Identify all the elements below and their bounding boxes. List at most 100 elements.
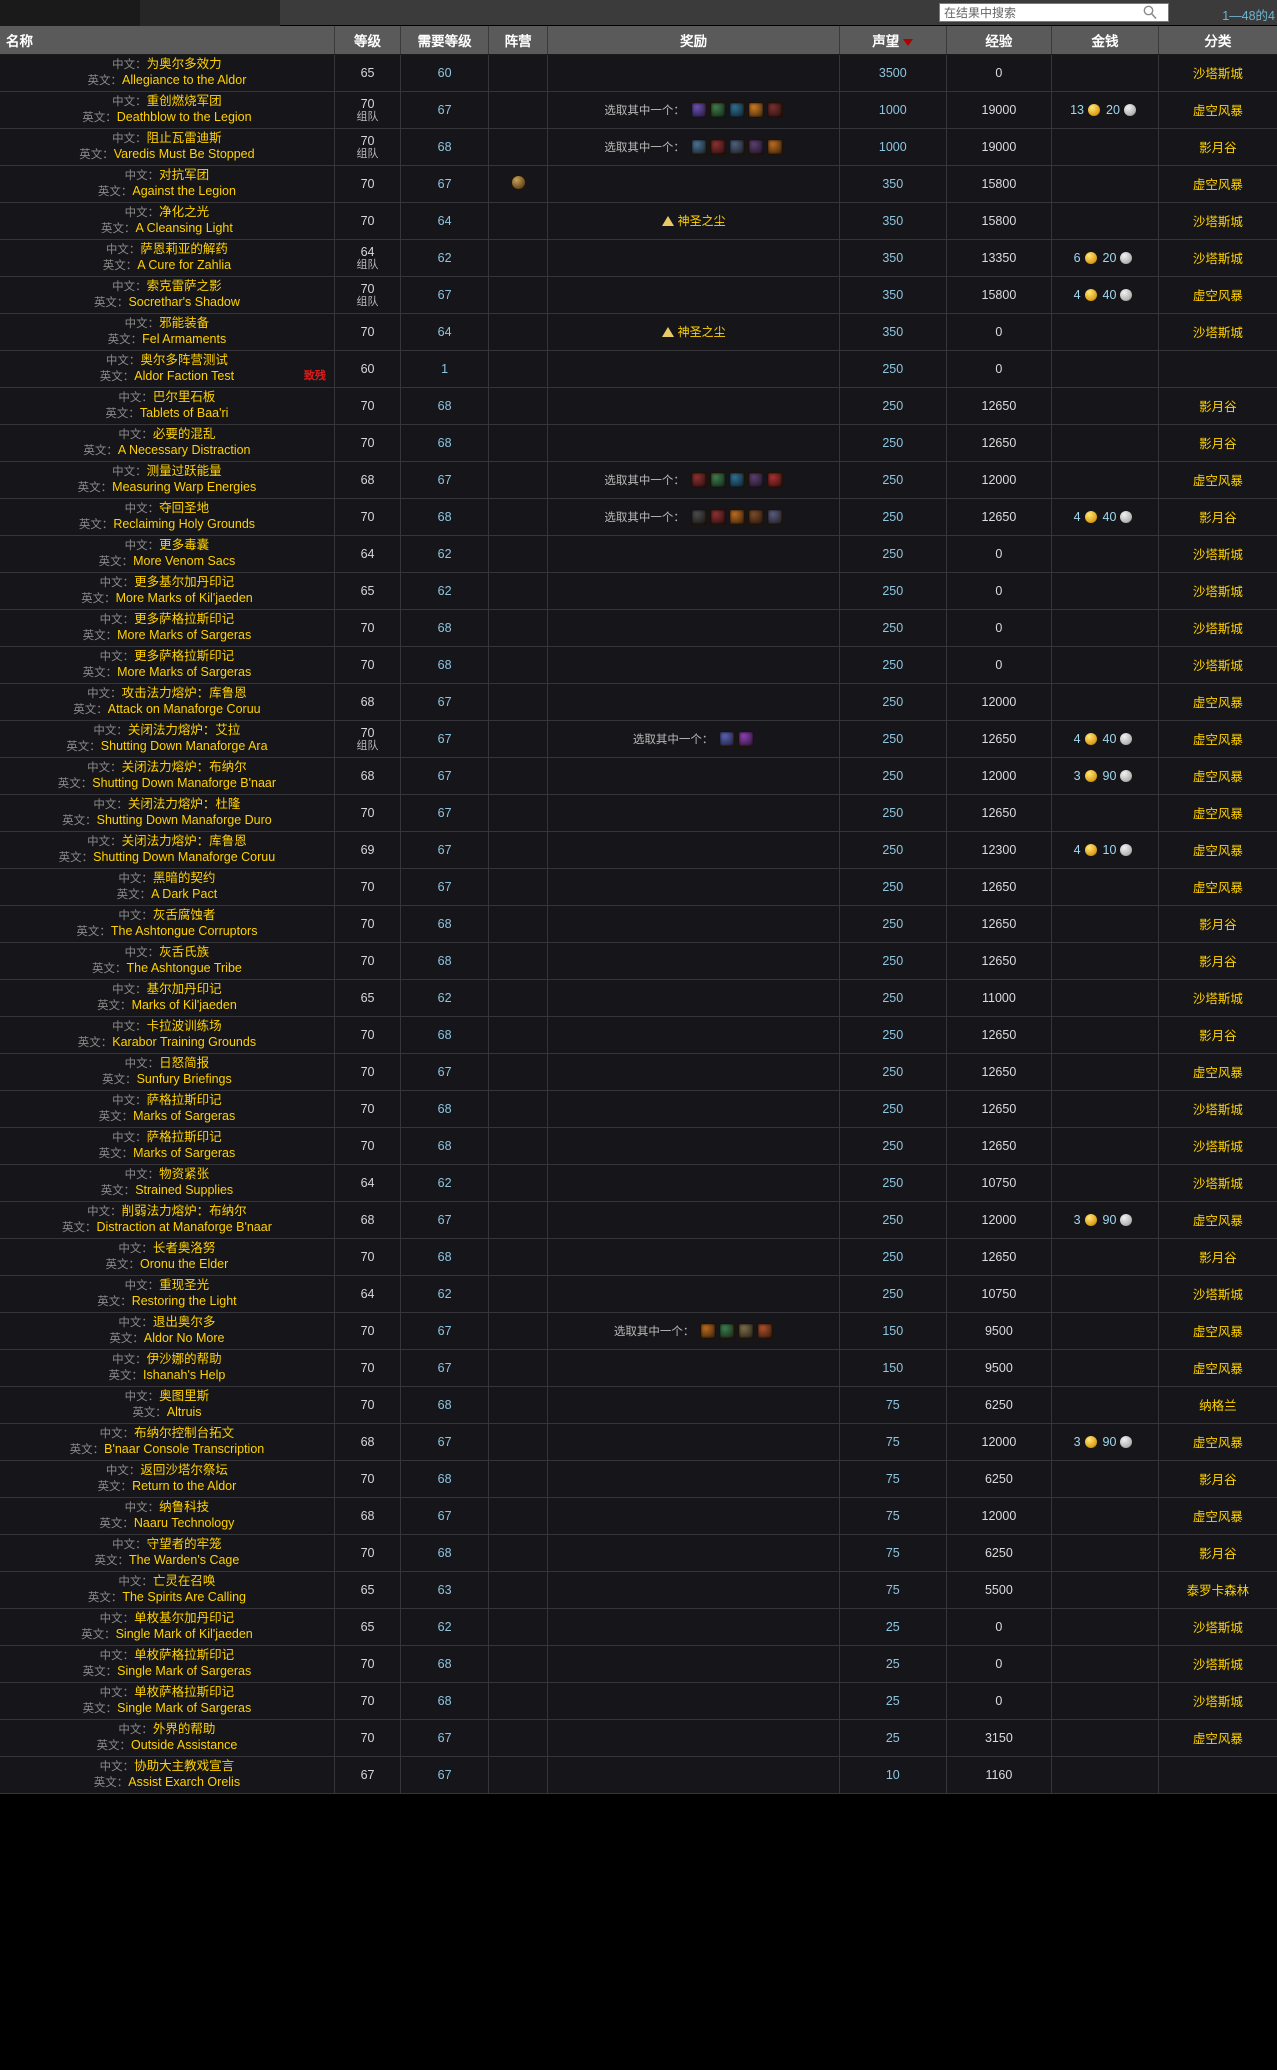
quest-name-cn[interactable]: 长者奥洛努	[153, 1241, 216, 1255]
cell-category[interactable]: 虚空风暴	[1158, 757, 1277, 795]
cell-quest-name[interactable]: 中文：萨恩莉亚的解药 英文：A Cure for Zahlia	[0, 239, 335, 277]
quest-name-en[interactable]: Assist Exarch Orelis	[128, 1775, 240, 1789]
quest-name-en[interactable]: The Spirits Are Calling	[122, 1590, 246, 1604]
quest-name-cn[interactable]: 萨格拉斯印记	[147, 1130, 222, 1144]
cell-quest-name[interactable]: 中文：关闭法力熔炉：杜隆 英文：Shutting Down Manaforge D…	[0, 794, 335, 832]
category-link[interactable]: 影月谷	[1199, 955, 1237, 969]
quest-name-en[interactable]: Sunfury Briefings	[137, 1072, 232, 1086]
col-header-rewards[interactable]: 奖励	[547, 26, 840, 55]
quest-name-cn[interactable]: 返回沙塔尔祭坛	[140, 1463, 228, 1477]
cell-quest-name[interactable]: 中文：纳鲁科技 英文：Naaru Technology	[0, 1497, 335, 1535]
reward-item-icon[interactable]	[709, 471, 726, 488]
category-link[interactable]: 泰罗卡森林	[1187, 1584, 1250, 1598]
reward-item-icon[interactable]	[719, 730, 736, 747]
cell-quest-name[interactable]: 中文：卡拉波训练场 英文：Karabor Training Grounds	[0, 1016, 335, 1054]
reward-item-icon[interactable]	[709, 508, 726, 525]
category-link[interactable]: 沙塔斯城	[1193, 585, 1243, 599]
cell-category[interactable]: 影月谷	[1158, 128, 1277, 166]
reward-item-icon[interactable]	[738, 730, 755, 747]
cell-quest-name[interactable]: 中文：削弱法力熔炉：布纳尔 英文：Distraction at Manaforge…	[0, 1201, 335, 1239]
category-link[interactable]: 虚空风暴	[1193, 733, 1243, 747]
quest-name-cn[interactable]: 削弱法力熔炉：布纳尔	[122, 1204, 247, 1218]
reward-item-icon[interactable]	[766, 138, 783, 155]
reward-item-icon[interactable]	[719, 1322, 736, 1339]
quest-name-cn[interactable]: 净化之光	[159, 205, 209, 219]
category-link[interactable]: 虚空风暴	[1193, 881, 1243, 895]
quest-name-en[interactable]: Ishanah's Help	[143, 1368, 225, 1382]
table-row[interactable]: 中文：黑暗的契约 英文：A Dark Pact 70 67 250 12650 虚空风暴	[0, 868, 1277, 906]
table-row[interactable]: 中文：守望者的牢笼 英文：The Warden's Cage 70 68 75 6250 影…	[0, 1534, 1277, 1572]
quest-name-en[interactable]: Shutting Down Manaforge Duro	[97, 813, 272, 827]
table-row[interactable]: 中文：夺回圣地 英文：Reclaiming Holy Grounds 70 68 选取其…	[0, 498, 1277, 536]
reward-item-icon[interactable]	[747, 508, 764, 525]
cell-category[interactable]: 纳格兰	[1158, 1386, 1277, 1424]
table-row[interactable]: 中文：索克雷萨之影 英文：Socrethar's Shadow 70 组队 67 350 1…	[0, 276, 1277, 314]
quest-name-cn[interactable]: 灰舌腐蚀者	[153, 908, 216, 922]
cell-quest-name[interactable]: 中文：单枚基尔加丹印记 英文：Single Mark of Kil'jaeden	[0, 1608, 335, 1646]
table-row[interactable]: 中文：卡拉波训练场 英文：Karabor Training Grounds 70 68…	[0, 1016, 1277, 1054]
category-link[interactable]: 沙塔斯城	[1193, 1658, 1243, 1672]
cell-quest-name[interactable]: 中文：灰舌氏族 英文：The Ashtongue Tribe	[0, 942, 335, 980]
cell-quest-name[interactable]: 中文：亡灵在召唤 英文：The Spirits Are Calling	[0, 1571, 335, 1609]
cell-category[interactable]: 虚空风暴	[1158, 165, 1277, 203]
quest-name-cn[interactable]: 黑暗的契约	[153, 871, 216, 885]
table-row[interactable]: 中文：基尔加丹印记 英文：Marks of Kil'jaeden 65 62 250 11…	[0, 979, 1277, 1017]
reward-item-icon[interactable]	[728, 471, 745, 488]
table-row[interactable]: 中文：关闭法力熔炉：艾拉 英文：Shutting Down Manaforge A…	[0, 720, 1277, 758]
category-link[interactable]: 沙塔斯城	[1193, 992, 1243, 1006]
table-row[interactable]: 中文：单枚萨格拉斯印记 英文：Single Mark of Sargeras 70 6…	[0, 1645, 1277, 1683]
reward-item-icon[interactable]	[709, 138, 726, 155]
quest-name-en[interactable]: Against the Legion	[132, 184, 236, 198]
quest-name-en[interactable]: Oronu the Elder	[140, 1257, 228, 1271]
table-row[interactable]: 中文：更多基尔加丹印记 英文：More Marks of Kil'jaeden 65…	[0, 572, 1277, 610]
quest-name-en[interactable]: Single Mark of Kil'jaeden	[116, 1627, 253, 1641]
col-header-money[interactable]: 金钱	[1051, 26, 1159, 55]
table-row[interactable]: 中文：布纳尔控制台拓文 英文：B'naar Console Transcripti…	[0, 1423, 1277, 1461]
category-link[interactable]: 沙塔斯城	[1193, 1140, 1243, 1154]
reward-item-icon[interactable]	[690, 471, 707, 488]
quest-name-en[interactable]: More Marks of Sargeras	[117, 665, 251, 679]
table-row[interactable]: 中文：长者奥洛努 英文：Oronu the Elder 70 68 250 12650 影月…	[0, 1238, 1277, 1276]
table-row[interactable]: 中文：返回沙塔尔祭坛 英文：Return to the Aldor 70 68 75 62…	[0, 1460, 1277, 1498]
cell-category[interactable]: 虚空风暴	[1158, 1053, 1277, 1091]
cell-category[interactable]: 沙塔斯城	[1158, 572, 1277, 610]
cell-category[interactable]: 虚空风暴	[1158, 1719, 1277, 1757]
quest-name-cn[interactable]: 更多萨格拉斯印记	[134, 649, 234, 663]
category-link[interactable]: 虚空风暴	[1193, 1066, 1243, 1080]
table-row[interactable]: 中文：削弱法力熔炉：布纳尔 英文：Distraction at Manaforge…	[0, 1201, 1277, 1239]
cell-quest-name[interactable]: 中文：测量过跃能量 英文：Measuring Warp Energies	[0, 461, 335, 499]
reward-item-icon[interactable]	[700, 1322, 717, 1339]
faction-icon[interactable]	[510, 174, 526, 190]
category-link[interactable]: 沙塔斯城	[1193, 1103, 1243, 1117]
reward-item-icon[interactable]	[747, 138, 764, 155]
reward-item-icon[interactable]	[709, 101, 726, 118]
cell-quest-name[interactable]: 中文：守望者的牢笼 英文：The Warden's Cage	[0, 1534, 335, 1572]
category-link[interactable]: 虚空风暴	[1193, 696, 1243, 710]
table-row[interactable]: 中文：退出奥尔多 英文：Aldor No More 70 67 选取其中一个： 150 95…	[0, 1312, 1277, 1350]
cell-category[interactable]: 沙塔斯城	[1158, 535, 1277, 573]
table-row[interactable]: 中文：奥尔多阵营测试 英文：Aldor Faction Test 致残 60 1 250 0	[0, 350, 1277, 388]
cell-category[interactable]: 虚空风暴	[1158, 1349, 1277, 1387]
quest-name-cn[interactable]: 亡灵在召唤	[153, 1574, 216, 1588]
quest-name-en[interactable]: Distraction at Manaforge B'naar	[96, 1220, 271, 1234]
quest-name-en[interactable]: More Venom Sacs	[133, 554, 235, 568]
quest-name-en[interactable]: Shutting Down Manaforge B'naar	[92, 776, 276, 790]
cell-quest-name[interactable]: 中文：基尔加丹印记 英文：Marks of Kil'jaeden	[0, 979, 335, 1017]
table-row[interactable]: 中文：巴尔里石板 英文：Tablets of Baa'ri 70 68 250 12650…	[0, 387, 1277, 425]
table-row[interactable]: 中文：必要的混乱 英文：A Necessary Distraction 70 68 25…	[0, 424, 1277, 462]
quest-name-en[interactable]: Fel Armaments	[142, 332, 226, 346]
cell-category[interactable]: 影月谷	[1158, 942, 1277, 980]
category-link[interactable]: 虚空风暴	[1193, 1214, 1243, 1228]
table-row[interactable]: 中文：灰舌氏族 英文：The Ashtongue Tribe 70 68 250 1265…	[0, 942, 1277, 980]
col-header-reputation[interactable]: 声望	[839, 26, 947, 55]
category-link[interactable]: 影月谷	[1199, 1547, 1237, 1561]
quest-name-en[interactable]: Single Mark of Sargeras	[117, 1664, 251, 1678]
category-link[interactable]: 虚空风暴	[1193, 1732, 1243, 1746]
reward-item-icon[interactable]	[747, 101, 764, 118]
cell-category[interactable]: 沙塔斯城	[1158, 1645, 1277, 1683]
cell-category[interactable]: 虚空风暴	[1158, 1423, 1277, 1461]
quest-name-cn[interactable]: 关闭法力熔炉：杜隆	[128, 797, 241, 811]
reward-item-icon[interactable]	[747, 471, 764, 488]
quest-name-cn[interactable]: 基尔加丹印记	[147, 982, 222, 996]
category-link[interactable]: 沙塔斯城	[1193, 548, 1243, 562]
